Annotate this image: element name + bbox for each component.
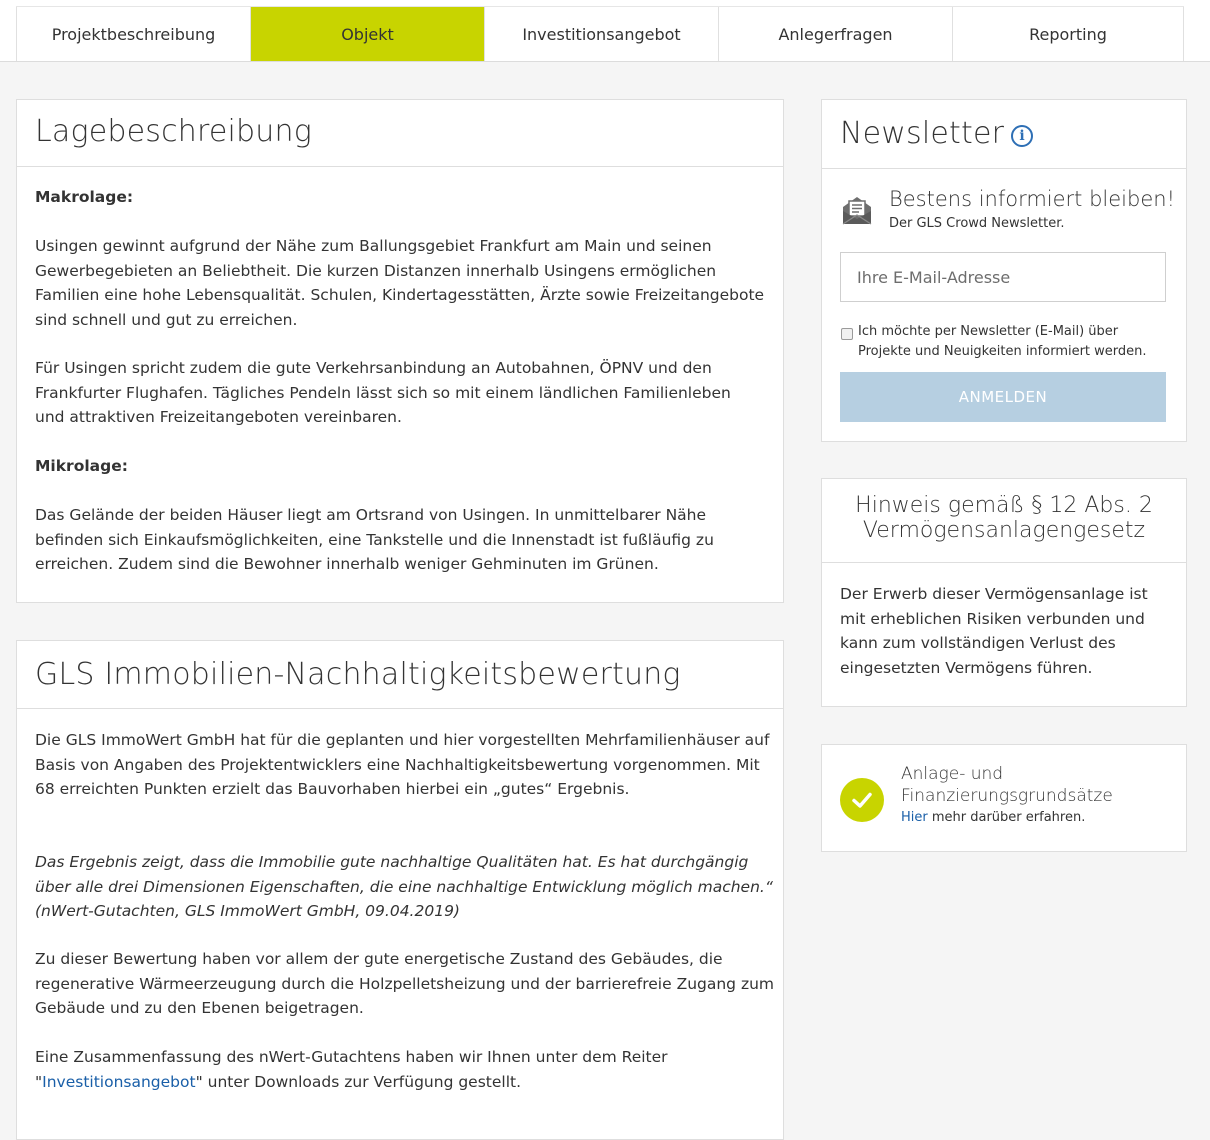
grundsaetze-panel: Anlage- und Finanzierungsgrundsätze Hier… xyxy=(821,744,1187,852)
mikrolage-heading: Mikrolage: xyxy=(35,457,128,475)
newsletter-tagline: Bestens informiert bleiben! xyxy=(889,187,1175,211)
download-text-after: " unter Downloads zur Verfügung gestellt… xyxy=(195,1072,522,1091)
makrolage-paragraph-1: Usingen gewinnt aufgrund der Nähe zum Ba… xyxy=(35,237,765,329)
envelope-open-icon xyxy=(842,197,872,225)
tab-label: Anlegerfragen xyxy=(778,24,893,44)
lage-panel: Lagebeschreibung Makrolage: Usingen gewi… xyxy=(16,99,784,603)
newsletter-consent-label: Ich möchte per Newsletter (E-Mail) über … xyxy=(858,324,1147,359)
check-circle-icon xyxy=(840,778,884,822)
nachhaltigkeit-paragraph-1: Die GLS ImmoWert GmbH hat für die geplan… xyxy=(35,731,770,798)
tab-label: Reporting xyxy=(1029,24,1107,44)
mikrolage-paragraph: Das Gelände der beiden Häuser liegt am O… xyxy=(35,506,714,573)
lage-panel-header: Lagebeschreibung xyxy=(17,100,783,167)
tab-investitionsangebot[interactable]: Investitionsangebot xyxy=(484,7,718,61)
newsletter-panel-header: Newsletter i xyxy=(822,100,1186,169)
tab-projektbeschreibung[interactable]: Projektbeschreibung xyxy=(16,7,250,61)
hinweis-panel: Hinweis gemäß § 12 Abs. 2 Vermögensanlag… xyxy=(821,478,1187,707)
lage-title: Lagebeschreibung xyxy=(35,114,312,149)
tab-label: Objekt xyxy=(341,24,394,44)
grundsaetze-link-line: Hier mehr darüber erfahren. xyxy=(901,810,1085,825)
tab-bar: Projektbeschreibung Objekt Investitionsa… xyxy=(0,0,1210,62)
tab-label: Projektbeschreibung xyxy=(51,24,216,44)
newsletter-panel: Newsletter i Bestens informiert bleiben!… xyxy=(821,99,1187,442)
subscribe-button[interactable]: ANMELDEN xyxy=(840,372,1166,422)
investitionsangebot-link[interactable]: Investitionsangebot xyxy=(42,1073,195,1091)
hinweis-panel-header: Hinweis gemäß § 12 Abs. 2 Vermögensanlag… xyxy=(822,479,1186,563)
tab-reporting[interactable]: Reporting xyxy=(952,7,1184,61)
grundsaetze-title: Anlage- und Finanzierungsgrundsätze xyxy=(901,764,1113,806)
nachhaltigkeit-paragraph-3: Zu dieser Bewertung haben vor allem der … xyxy=(35,950,774,1017)
tab-label: Investitionsangebot xyxy=(522,24,681,44)
nachhaltigkeit-quote: Das Ergebnis zeigt, dass die Immobilie g… xyxy=(35,853,773,920)
nachhaltigkeit-panel-header: GLS Immobilien-Nachhaltigkeitsbewertung xyxy=(17,641,783,709)
nachhaltigkeit-title: GLS Immobilien-Nachhaltigkeitsbewertung xyxy=(35,657,681,692)
grundsaetze-link-after: mehr darüber erfahren. xyxy=(927,810,1086,825)
hinweis-title: Hinweis gemäß § 12 Abs. 2 Vermögensanlag… xyxy=(855,493,1153,543)
grundsaetze-link[interactable]: Hier xyxy=(901,810,928,825)
tab-objekt[interactable]: Objekt xyxy=(250,7,484,61)
makrolage-heading: Makrolage: xyxy=(35,188,134,206)
newsletter-subline: Der GLS Crowd Newsletter. xyxy=(889,216,1065,231)
makrolage-paragraph-2: Für Usingen spricht zudem die gute Verke… xyxy=(35,359,731,426)
nachhaltigkeit-paragraph-4: Eine Zusammenfassung des nWert-Gutachten… xyxy=(35,1045,775,1094)
tab-anlegerfragen[interactable]: Anlegerfragen xyxy=(718,7,952,61)
hinweis-text: Der Erwerb dieser Vermögensanlage ist mi… xyxy=(840,585,1148,677)
newsletter-consent-checkbox[interactable] xyxy=(841,328,853,340)
nachhaltigkeit-panel: GLS Immobilien-Nachhaltigkeitsbewertung … xyxy=(16,640,784,1140)
newsletter-title: Newsletter xyxy=(840,116,1005,151)
email-field[interactable] xyxy=(840,252,1166,302)
info-icon[interactable]: i xyxy=(1011,125,1033,147)
